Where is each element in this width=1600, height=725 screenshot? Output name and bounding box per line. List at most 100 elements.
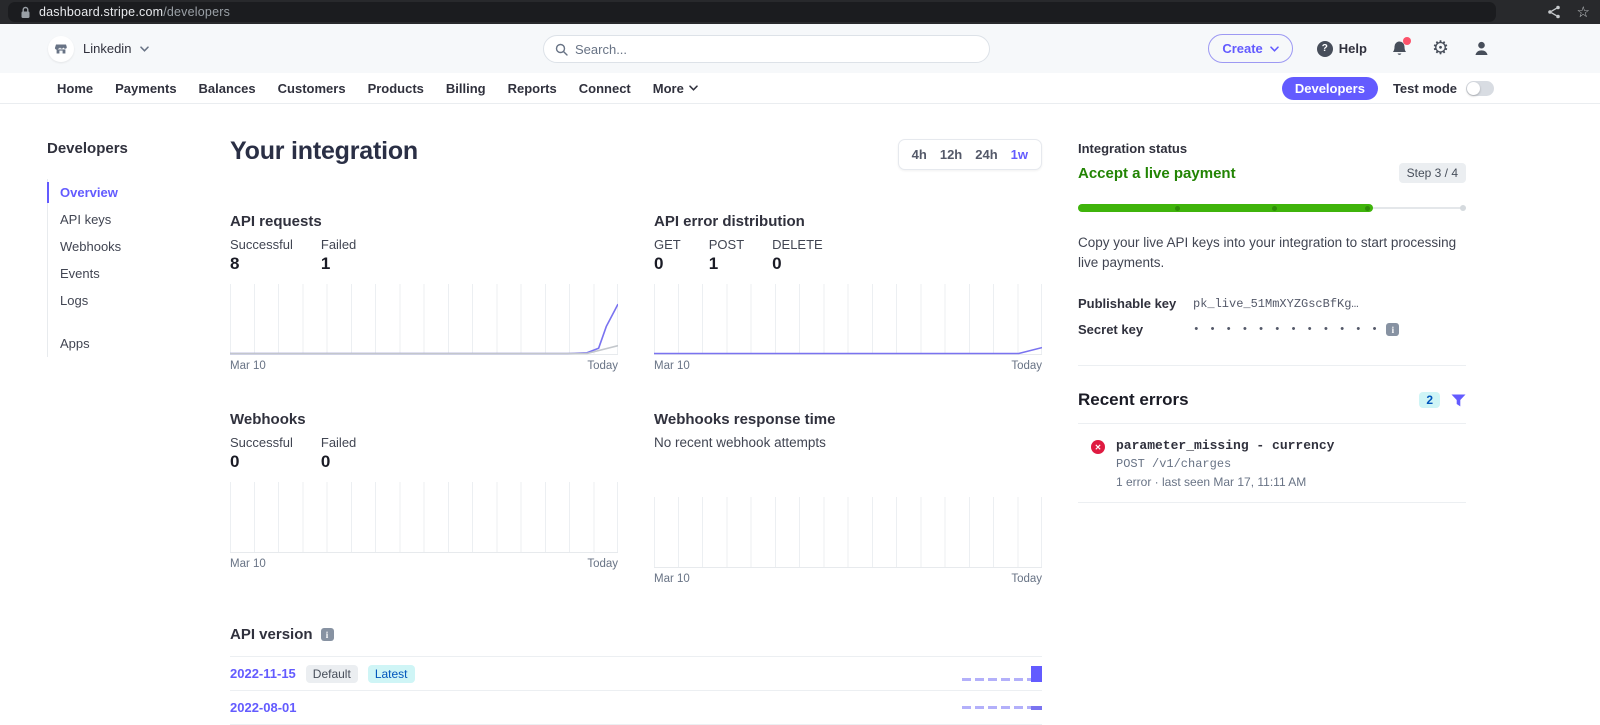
- stat-value: 0: [320, 452, 331, 471]
- version-badge-latest: Latest: [367, 664, 415, 683]
- secret-key-value[interactable]: • • • • • • • • • • • • i: [1193, 323, 1466, 337]
- account-name: Linkedin: [83, 41, 132, 56]
- search-placeholder: Search...: [575, 41, 628, 57]
- integration-progress-bar: [1078, 204, 1466, 212]
- chart-panel-api-error-distribution: API error distribution GET 0 POST 1 DELETE 0 Ma…: [654, 213, 1042, 372]
- version-sparkline: [962, 705, 1042, 710]
- x-axis-end: Today: [1011, 573, 1042, 585]
- lock-icon: [20, 6, 31, 19]
- stat-value: 8: [230, 254, 240, 273]
- filter-icon[interactable]: [1451, 394, 1466, 407]
- api-version-section: API version i 2022-11-15 Default Latest 202…: [230, 626, 1042, 725]
- api-keys-summary: Publishable key pk_live_51MmXYZGscBfKg… Se…: [1078, 296, 1466, 337]
- right-panel: Integration status Accept a live payment…: [1078, 141, 1466, 504]
- chart-plot: [230, 284, 618, 355]
- range-option-4h[interactable]: 4h: [912, 147, 927, 162]
- sidebar-list: Overview API keys Webhooks Events Logs Apps: [47, 179, 207, 357]
- error-item[interactable]: ✕ parameter_missing - currency POST /v1/…: [1078, 424, 1466, 504]
- api-version-link[interactable]: 2022-11-15: [230, 666, 296, 681]
- nav-tab-reports[interactable]: Reports: [508, 81, 557, 96]
- address-bar[interactable]: dashboard.stripe.com/developers: [8, 2, 1496, 22]
- sidebar-item-webhooks[interactable]: Webhooks: [48, 233, 207, 260]
- url-text: dashboard.stripe.com/developers: [39, 5, 231, 19]
- nav-tab-customers[interactable]: Customers: [278, 81, 346, 96]
- developers-sidebar: Developers Overview API keys Webhooks Event…: [47, 140, 207, 357]
- version-badge-default: Default: [305, 664, 358, 683]
- main-content: Your integration 4h 12h 24h 1w API requests…: [230, 137, 1042, 725]
- chevron-down-icon: [689, 85, 698, 91]
- stat-value: 0: [654, 254, 664, 273]
- nav-tab-payments[interactable]: Payments: [115, 81, 176, 96]
- api-version-row: 2022-11-15 Default Latest: [230, 657, 1042, 691]
- integration-status-description: Copy your live API keys into your integr…: [1078, 235, 1457, 270]
- bookmark-star-icon[interactable]: ☆: [1577, 5, 1590, 20]
- stat-label: DELETE: [772, 237, 823, 252]
- browser-bar: dashboard.stripe.com/developers ☆: [0, 0, 1600, 24]
- api-version-title: API version: [230, 626, 313, 643]
- sidebar-item-overview[interactable]: Overview: [47, 179, 207, 206]
- profile-avatar-icon[interactable]: [1473, 40, 1490, 57]
- x-axis-start: Mar 10: [654, 360, 690, 372]
- step-badge: Step 3 / 4: [1398, 163, 1466, 183]
- sidebar-item-logs[interactable]: Logs: [48, 287, 207, 314]
- search-input[interactable]: Search...: [543, 35, 990, 63]
- error-endpoint: POST /v1/charges: [1116, 457, 1232, 472]
- api-version-link[interactable]: 2022-08-01: [230, 700, 297, 715]
- progress-step-dot: [1175, 205, 1180, 211]
- range-option-24h[interactable]: 24h: [975, 147, 997, 162]
- app-header: Linkedin Search... Create ? Help ⚙: [0, 24, 1600, 73]
- divider: [1078, 365, 1466, 367]
- time-range-selector: 4h 12h 24h 1w: [897, 139, 1042, 170]
- chevron-down-icon: [140, 45, 150, 52]
- notifications-button[interactable]: [1391, 36, 1411, 58]
- nav-tab-connect[interactable]: Connect: [579, 81, 631, 96]
- x-axis-end: Today: [587, 558, 618, 570]
- stat-label: Successful: [230, 237, 293, 252]
- developers-pill-button[interactable]: Developers: [1281, 76, 1378, 100]
- progress-fill: [1078, 204, 1373, 212]
- chart-panel-webhooks-response-time: Webhooks response time No recent webhook …: [654, 411, 1042, 585]
- share-icon[interactable]: [1547, 5, 1561, 19]
- nav-tabs: Home Payments Balances Customers Products Bil…: [57, 81, 698, 96]
- stat-label: Successful: [230, 435, 293, 450]
- primary-nav: Home Payments Balances Customers Products Bil…: [0, 73, 1600, 104]
- sidebar-item-api-keys[interactable]: API keys: [48, 206, 207, 233]
- error-x-icon: ✕: [1091, 440, 1105, 455]
- create-button[interactable]: Create: [1208, 34, 1293, 63]
- publishable-key-value[interactable]: pk_live_51MmXYZGscBfKg…: [1193, 297, 1466, 311]
- chart-empty-note: No recent webhook attempts: [654, 435, 826, 450]
- help-button[interactable]: ? Help: [1316, 40, 1367, 57]
- secret-key-label: Secret key: [1078, 322, 1144, 338]
- x-axis-start: Mar 10: [654, 573, 690, 585]
- sidebar-item-events[interactable]: Events: [48, 260, 207, 287]
- nav-tab-balances[interactable]: Balances: [199, 81, 256, 96]
- info-icon[interactable]: i: [320, 628, 334, 641]
- range-option-12h[interactable]: 12h: [940, 147, 962, 162]
- range-option-1w[interactable]: 1w: [1011, 147, 1028, 162]
- chart-panel-webhooks: Webhooks Successful 0 Failed 0 Mar 10 Today: [230, 411, 618, 585]
- info-icon[interactable]: i: [1386, 323, 1400, 337]
- api-version-row: 2022-08-01: [230, 691, 1042, 725]
- progress-end-dot: [1460, 205, 1466, 211]
- settings-gear-icon[interactable]: ⚙: [1432, 39, 1449, 58]
- stat-label: Failed: [320, 435, 357, 450]
- recent-errors-list: ✕ parameter_missing - currency POST /v1/…: [1078, 423, 1466, 504]
- sidebar-title: Developers: [47, 140, 128, 157]
- search-icon: [555, 43, 568, 56]
- stat-value: 0: [230, 452, 240, 471]
- integration-status-step-title: Accept a live payment: [1078, 164, 1236, 182]
- test-mode-toggle[interactable]: [1466, 80, 1494, 96]
- nav-tab-home[interactable]: Home: [57, 81, 93, 96]
- nav-tab-billing[interactable]: Billing: [446, 81, 486, 96]
- x-axis-end: Today: [587, 360, 618, 372]
- chart-title: Webhooks: [230, 411, 306, 428]
- nav-tab-products[interactable]: Products: [368, 81, 424, 96]
- stat-label: Failed: [320, 237, 357, 252]
- question-circle-icon: ?: [1316, 40, 1333, 57]
- sidebar-item-apps[interactable]: Apps: [48, 330, 207, 357]
- stat-value: 0: [772, 254, 782, 273]
- chart-plot: [654, 497, 1042, 568]
- account-switcher[interactable]: Linkedin: [48, 34, 150, 63]
- chart-title: Webhooks response time: [654, 411, 836, 428]
- nav-tab-more[interactable]: More: [653, 81, 698, 96]
